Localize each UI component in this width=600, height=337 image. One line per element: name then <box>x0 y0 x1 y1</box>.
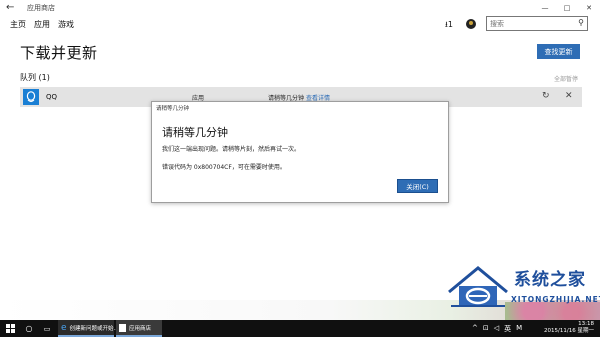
search-icon[interactable]: ⚲ <box>578 18 584 27</box>
dialog-caption-bar: 请稍等几分钟 <box>152 102 448 113</box>
start-button[interactable] <box>0 320 20 337</box>
maximize-button[interactable]: □ <box>556 0 578 16</box>
taskbar-search-icon: ○ <box>25 324 33 333</box>
taskbar-search-button[interactable]: ○ <box>22 320 36 337</box>
qq-penguin-icon <box>23 89 39 105</box>
windows-logo-icon <box>5 324 15 333</box>
retry-icon[interactable]: ↻ <box>542 91 550 101</box>
dialog-heading: 请稍等几分钟 <box>162 126 228 139</box>
window-title: 应用商店 <box>27 4 55 12</box>
search-box[interactable]: ⚲ <box>486 16 588 31</box>
taskbar-clock[interactable]: 13:18 2015/11/16 星期一 <box>544 321 594 335</box>
nav-home[interactable]: 主页 <box>10 19 26 30</box>
dialog-message: 我们这一端出现问题。请稍等片刻，然后再试一次。 <box>162 146 301 153</box>
dialog-caption-text: 请稍等几分钟 <box>156 106 190 112</box>
volume-icon[interactable]: ◁ <box>494 324 499 334</box>
show-hidden-icons-icon[interactable]: ^ <box>472 324 478 334</box>
edge-icon: e <box>61 322 67 333</box>
queue-heading: 队列 (1) <box>20 73 50 82</box>
download-indicator[interactable]: ⭳1 <box>445 19 453 33</box>
nav-games[interactable]: 游戏 <box>58 19 74 30</box>
store-bag-icon <box>119 323 126 332</box>
avatar[interactable] <box>466 19 476 29</box>
taskbar-app-edge[interactable]: e 创建新问题或开始... <box>58 320 119 337</box>
close-window-button[interactable]: ✕ <box>578 0 600 16</box>
cancel-download-icon[interactable]: ✕ <box>565 91 573 101</box>
taskbar: ○ ▭ e 创建新问题或开始... 应用商店 ^ ⊡ ◁ 英 M 13:18 2… <box>0 320 600 337</box>
pause-all-link[interactable]: 全部暂停 <box>554 74 578 83</box>
ime-language-indicator[interactable]: 英 <box>504 324 511 334</box>
ime-mode-indicator[interactable]: M <box>516 324 522 334</box>
wallpaper-flowers <box>505 302 600 320</box>
system-tray: ^ ⊡ ◁ 英 M <box>472 324 522 334</box>
page-title: 下载并更新 <box>20 44 98 62</box>
taskbar-app-edge-label: 创建新问题或开始... <box>69 325 119 332</box>
nav-apps[interactable]: 应用 <box>34 19 50 30</box>
watermark-url: XITONGZHIJIA.NET <box>511 295 600 304</box>
error-dialog: 请稍等几分钟 请稍等几分钟 我们这一端出现问题。请稍等片刻，然后再试一次。 错误… <box>151 101 449 203</box>
clock-date: 2015/11/16 星期一 <box>544 328 594 334</box>
back-arrow-icon[interactable]: ← <box>6 2 14 13</box>
dialog-error-code: 错误代码为 0x800704CF，可在需要时使用。 <box>162 164 286 171</box>
clock-time: 13:18 <box>578 321 594 327</box>
search-input[interactable] <box>490 18 570 29</box>
minimize-button[interactable]: — <box>534 0 556 16</box>
queue-item-name: QQ <box>46 93 58 101</box>
task-view-button[interactable]: ▭ <box>38 320 56 337</box>
taskbar-app-store[interactable]: 应用商店 <box>116 320 162 337</box>
dialog-close-button[interactable]: 关闭(C) <box>397 179 438 193</box>
network-icon[interactable]: ⊡ <box>483 324 489 334</box>
window-controls: — □ ✕ <box>534 0 600 16</box>
watermark-brand: 系统之家 <box>514 270 586 290</box>
task-view-icon: ▭ <box>43 324 51 333</box>
title-bar: ← 应用商店 — □ ✕ <box>0 0 600 16</box>
taskbar-app-store-label: 应用商店 <box>129 325 152 332</box>
check-updates-button[interactable]: 查找更新 <box>537 44 580 59</box>
watermark-logo-icon <box>448 266 508 307</box>
download-count: 1 <box>447 20 453 29</box>
